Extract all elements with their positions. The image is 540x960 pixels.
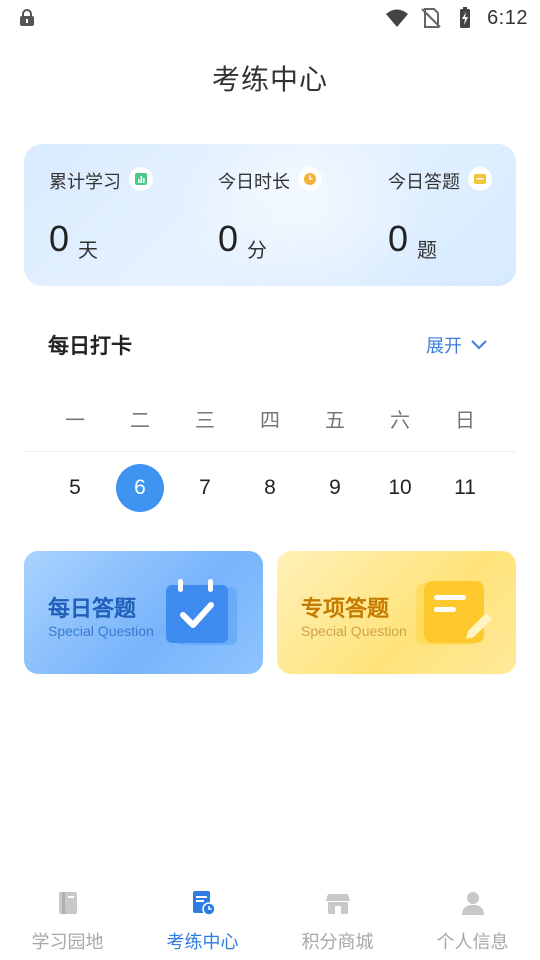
calendar-check-icon — [166, 579, 237, 645]
date-cell-selected[interactable]: 6 — [116, 464, 164, 512]
special-quiz-card[interactable]: 专项答题 Special Question — [277, 551, 516, 674]
stats-card: 累计学习 0 天 今日时长 0 分 今日答题 0 题 — [24, 144, 516, 286]
date-cell[interactable]: 11 — [441, 464, 489, 512]
stat-unit: 天 — [78, 238, 98, 262]
clock-time: 6:12 — [487, 6, 528, 29]
battery-charging-icon — [460, 7, 471, 28]
date-cell[interactable]: 5 — [51, 464, 99, 512]
weekday-label: 三 — [195, 408, 215, 432]
checkin-title: 每日打卡 — [48, 334, 132, 358]
date-row: 5 6 7 8 9 10 11 — [43, 464, 497, 512]
nav-label: 个人信息 — [436, 932, 509, 953]
nav-item-personal-info[interactable]: 个人信息 — [405, 880, 540, 960]
nav-item-study-garden[interactable]: 学习园地 — [0, 880, 135, 960]
stat-value: 0 — [388, 218, 409, 259]
no-sim-icon — [421, 8, 441, 28]
book-icon — [58, 892, 77, 914]
stat-today-duration: 今日时长 0 分 — [218, 167, 368, 278]
weekday-row: 一 二 三 四 五 六 日 — [43, 404, 497, 433]
weekday-label: 六 — [390, 408, 410, 432]
stat-value: 0 — [49, 218, 70, 259]
quiz-subtitle: Special Question — [48, 623, 154, 639]
nav-label: 学习园地 — [31, 932, 104, 953]
quiz-title: 每日答题 — [48, 597, 137, 622]
stat-today-answers: 今日答题 0 题 — [388, 167, 516, 278]
nav-item-exam-center[interactable]: 考练中心 — [135, 880, 270, 960]
date-cell[interactable]: 10 — [376, 464, 424, 512]
stat-label: 累计学习 — [49, 172, 121, 193]
weekday-label: 四 — [260, 408, 280, 432]
date-cell[interactable]: 9 — [311, 464, 359, 512]
expand-button[interactable]: 展开 — [426, 332, 488, 358]
bottom-navigation: 学习园地 考练中心 积分商城 个人信息 — [0, 880, 540, 960]
stat-total-study: 累计学习 0 天 — [49, 167, 199, 278]
stat-label: 今日答题 — [388, 172, 460, 193]
nav-label: 考练中心 — [166, 932, 239, 953]
stat-label: 今日时长 — [218, 172, 290, 193]
weekday-label: 日 — [455, 408, 475, 432]
note-edit-icon — [416, 581, 492, 645]
stat-unit: 分 — [247, 238, 267, 262]
exam-icon — [192, 891, 216, 916]
weekday-label: 二 — [130, 408, 150, 432]
daily-quiz-card[interactable]: 每日答题 Special Question — [24, 551, 263, 674]
status-bar: 6:12 — [0, 0, 540, 36]
weekday-label: 一 — [65, 408, 85, 432]
nav-item-points-mall[interactable]: 积分商城 — [270, 880, 405, 960]
page-title: 考练中心 — [211, 63, 328, 96]
quiz-title: 专项答题 — [301, 597, 390, 622]
expand-label: 展开 — [426, 336, 462, 357]
status-icons: 6:12 — [385, 6, 528, 30]
person-icon — [461, 892, 484, 915]
chart-icon — [129, 167, 153, 191]
card-icon — [468, 167, 492, 191]
date-cell[interactable]: 8 — [246, 464, 294, 512]
nav-label: 积分商城 — [301, 932, 374, 953]
lock-icon — [20, 9, 34, 26]
weekday-label: 五 — [325, 408, 345, 432]
shop-icon — [325, 894, 350, 914]
divider — [24, 451, 516, 452]
wifi-icon — [386, 9, 409, 27]
clock-icon — [298, 167, 322, 191]
stat-unit: 题 — [417, 238, 437, 262]
date-cell[interactable]: 7 — [181, 464, 229, 512]
quiz-subtitle: Special Question — [301, 623, 407, 639]
chevron-down-icon — [471, 340, 487, 350]
stat-value: 0 — [218, 218, 239, 259]
